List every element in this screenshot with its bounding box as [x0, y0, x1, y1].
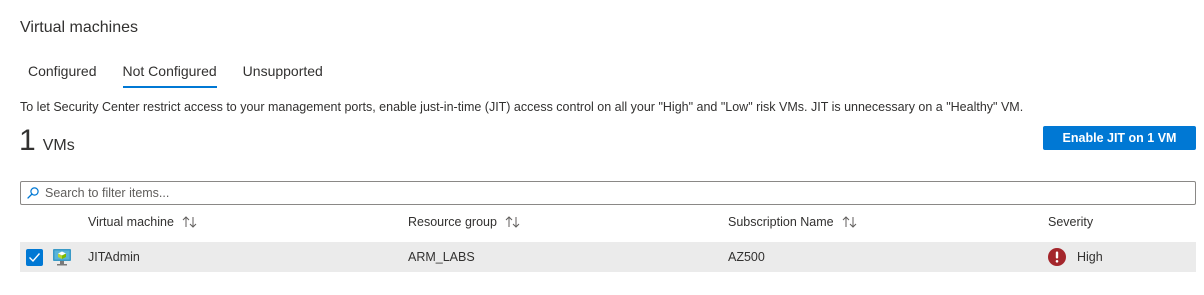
search-icon	[27, 187, 39, 199]
enable-jit-button[interactable]: Enable JIT on 1 VM	[1043, 126, 1196, 150]
column-header-resource-group[interactable]: Resource group	[408, 215, 521, 229]
vm-count-unit: VMs	[42, 137, 75, 154]
tab-bar: Configured Not Configured Unsupported	[20, 62, 331, 92]
table-header: Virtual machine Resource group Subscript…	[20, 209, 1196, 237]
page-title: Virtual machines	[20, 19, 138, 36]
column-header-severity: Severity	[1048, 215, 1093, 229]
table-row[interactable]: JITAdmin ARM_LABS AZ500 High	[20, 242, 1196, 272]
column-header-label: Subscription Name	[728, 215, 834, 229]
sort-icon[interactable]	[182, 216, 198, 228]
column-header-label: Severity	[1048, 215, 1094, 229]
vm-count-number: 1	[19, 124, 36, 157]
search-box[interactable]	[20, 181, 1196, 205]
row-checkbox[interactable]	[26, 249, 43, 266]
column-header-subscription-name[interactable]: Subscription Name	[728, 215, 858, 229]
cell-resource-group: ARM_LABS	[408, 250, 475, 264]
tab-configured[interactable]: Configured	[20, 62, 105, 90]
sort-icon[interactable]	[842, 216, 858, 228]
cell-virtual-machine[interactable]: JITAdmin	[88, 250, 140, 264]
sort-icon[interactable]	[505, 216, 521, 228]
vm-count: 1 VMs	[19, 124, 75, 158]
column-header-virtual-machine[interactable]: Virtual machine	[88, 215, 198, 229]
checkmark-icon	[29, 253, 41, 263]
error-icon	[1048, 248, 1066, 271]
column-header-label: Virtual machine	[88, 215, 174, 229]
cell-subscription: AZ500	[728, 250, 765, 264]
virtual-machine-icon	[52, 248, 72, 271]
cell-severity: High	[1077, 250, 1103, 264]
column-header-label: Resource group	[408, 215, 497, 229]
tab-not-configured[interactable]: Not Configured	[115, 62, 225, 90]
tab-unsupported[interactable]: Unsupported	[235, 62, 331, 90]
search-input[interactable]	[45, 186, 1195, 200]
jit-description: To let Security Center restrict access t…	[20, 100, 1024, 114]
